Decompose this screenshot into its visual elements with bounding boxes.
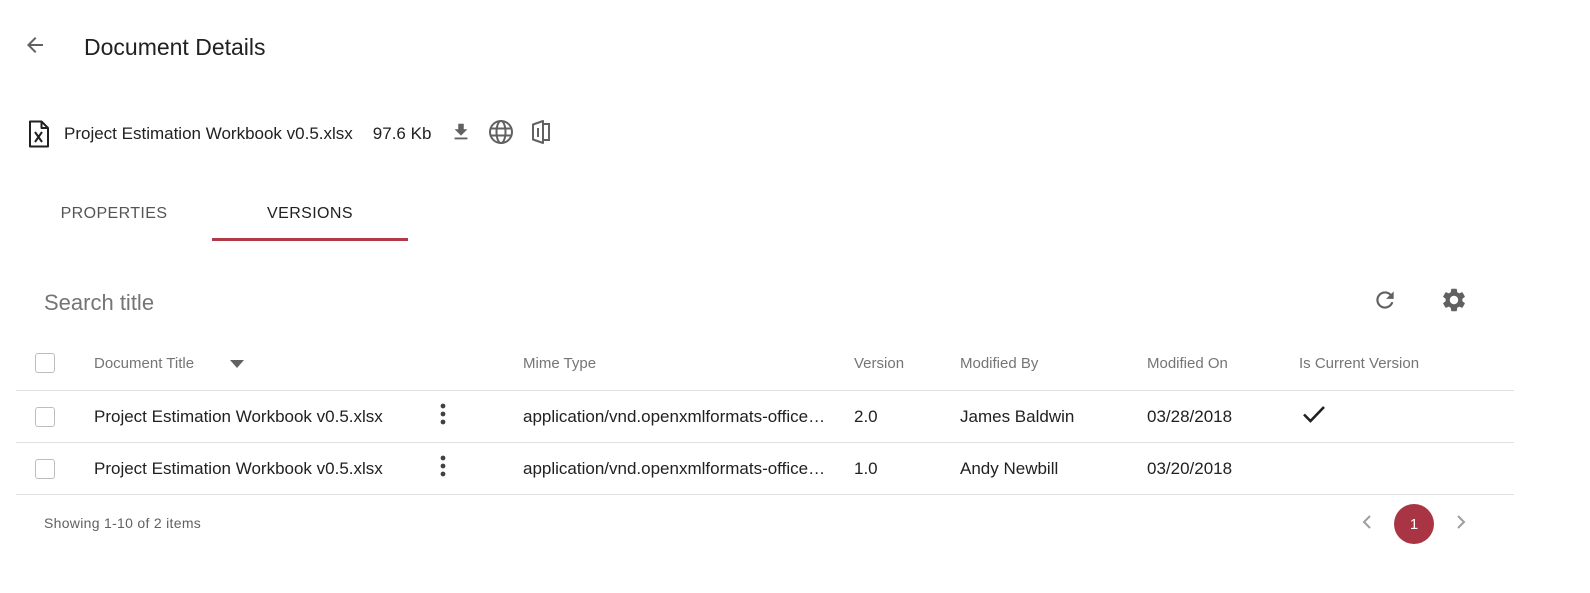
table-row[interactable]: Project Estimation Workbook v0.5.xlsx ap… [16,391,1514,443]
row-modified-by: Andy Newbill [960,458,1059,478]
file-name: Project Estimation Workbook v0.5.xlsx [64,124,353,143]
gear-icon [1440,286,1468,319]
more-vertical-icon [440,455,446,482]
row-mime-type: application/vnd.openxmlformats-officedoc… [523,458,833,478]
pagination-summary: Showing 1-10 of 2 items [44,515,202,531]
column-header-modified-by[interactable]: Modified By [960,336,1130,390]
select-all-checkbox[interactable] [35,353,55,373]
table-header: Document Title Mime Type Version Modifie… [16,336,1514,391]
download-icon [450,120,472,149]
row-mime-type: application/vnd.openxmlformats-officedoc… [523,406,833,426]
next-page-button[interactable] [1444,507,1478,541]
file-size: 97.6 Kb [372,124,432,143]
tab-bar: PROPERTIES VERSIONS [16,190,408,244]
row-modified-on: 03/28/2018 [1147,406,1233,426]
settings-button[interactable] [1436,284,1472,320]
file-info-row: Project Estimation Workbook v0.5.xlsx 97… [26,116,555,152]
refresh-icon [1372,287,1398,318]
chevron-right-icon [1456,514,1466,535]
sort-descending-icon [230,355,245,372]
chevron-left-icon [1362,514,1372,535]
row-document-title: Project Estimation Workbook v0.5.xlsx [94,458,383,478]
row-checkbox[interactable] [35,406,55,427]
column-header-document-title[interactable]: Document Title [94,355,194,372]
row-modified-by: James Baldwin [960,406,1075,426]
column-header-modified-on[interactable]: Modified On [1147,336,1277,390]
arrow-back-icon [23,33,47,62]
document-details-page: Document Details Project Estimation Work… [0,0,1590,593]
column-header-version[interactable]: Version [854,336,944,390]
tab-properties[interactable]: PROPERTIES [16,190,212,238]
row-modified-on: 03/20/2018 [1147,458,1233,478]
row-checkbox[interactable] [35,458,55,479]
table-row[interactable]: Project Estimation Workbook v0.5.xlsx ap… [16,443,1514,495]
search-input[interactable] [44,284,604,322]
excel-file-icon [26,119,52,149]
globe-icon [488,119,514,150]
open-in-office-button[interactable] [527,118,555,150]
row-version: 2.0 [854,406,878,426]
column-header-mime-type[interactable]: Mime Type [523,336,833,390]
office-icon [530,119,552,150]
previous-page-button[interactable] [1350,507,1384,541]
sort-button[interactable] [230,353,245,373]
open-in-browser-button[interactable] [487,118,515,150]
column-header-is-current-version[interactable]: Is Current Version [1299,336,1499,390]
row-version: 1.0 [854,458,878,478]
page-number-button[interactable]: 1 [1394,504,1434,544]
tab-versions[interactable]: VERSIONS [212,190,408,241]
row-menu-button[interactable] [428,391,458,442]
more-vertical-icon [440,403,446,430]
page-title: Document Details [84,34,266,60]
refresh-button[interactable] [1367,284,1403,320]
row-is-current-version [1299,443,1499,494]
versions-table: Document Title Mime Type Version Modifie… [16,336,1514,495]
checkmark-icon [1302,404,1326,429]
row-document-title: Project Estimation Workbook v0.5.xlsx [94,406,383,426]
download-button[interactable] [447,118,475,150]
back-button[interactable] [18,30,52,64]
row-menu-button[interactable] [428,443,458,494]
